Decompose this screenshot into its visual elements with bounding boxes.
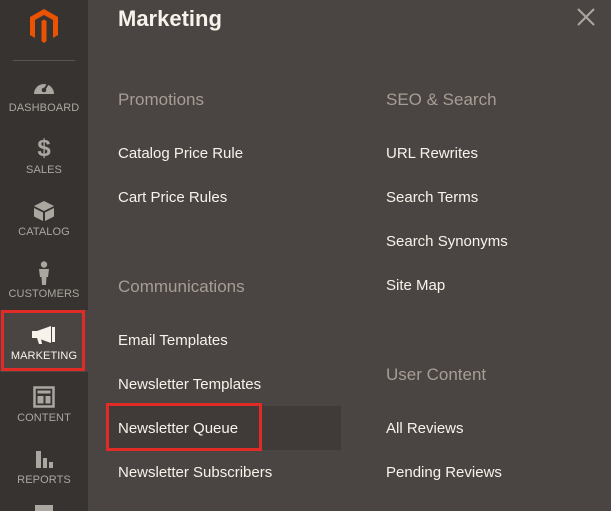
megaphone-icon [31, 324, 57, 346]
logo-divider [13, 60, 75, 61]
nav-item-customers[interactable]: CUSTOMERS [0, 248, 88, 310]
magento-logo-icon [30, 9, 58, 43]
nav-item-sales[interactable]: $ SALES [0, 124, 88, 186]
dollar-icon: $ [37, 135, 51, 162]
link-newsletter-templates[interactable]: Newsletter Templates [118, 376, 261, 393]
section-title-seo-search: SEO & Search [386, 90, 497, 109]
nav-label-dashboard: DASHBOARD [8, 102, 80, 114]
link-newsletter-queue[interactable]: Newsletter Queue [118, 420, 238, 437]
nav-label-content: CONTENT [17, 412, 71, 424]
nav-item-catalog[interactable]: CATALOG [0, 186, 88, 248]
link-search-synonyms[interactable]: Search Synonyms [386, 233, 508, 250]
nav-item-dashboard[interactable]: DASHBOARD [0, 62, 88, 124]
link-catalog-price-rule[interactable]: Catalog Price Rule [118, 145, 243, 162]
section-title-promotions: Promotions [118, 90, 204, 109]
panel-title: Marketing [118, 6, 222, 31]
admin-sidebar: DASHBOARD $ SALES CATALOG CUSTOMERS MARK… [0, 0, 88, 511]
layout-icon [33, 386, 55, 408]
link-site-map[interactable]: Site Map [386, 277, 445, 294]
link-cart-price-rules[interactable]: Cart Price Rules [118, 189, 227, 206]
nav-label-sales: SALES [26, 164, 62, 176]
nav-label-customers: CUSTOMERS [8, 288, 80, 300]
link-pending-reviews[interactable]: Pending Reviews [386, 464, 502, 481]
close-button[interactable] [575, 6, 597, 28]
nav-label-marketing: MARKETING [10, 350, 78, 362]
link-email-templates[interactable]: Email Templates [118, 332, 228, 349]
nav-item-reports[interactable]: REPORTS [0, 434, 88, 496]
link-search-terms[interactable]: Search Terms [386, 189, 478, 206]
nav-label-reports: REPORTS [17, 474, 71, 486]
speedometer-icon [32, 76, 56, 98]
section-title-user-content: User Content [386, 365, 487, 384]
close-icon [577, 8, 595, 26]
bar-chart-icon [33, 448, 55, 470]
box-icon [33, 200, 55, 222]
nav-item-stores-partial[interactable] [35, 505, 53, 511]
nav-item-content[interactable]: CONTENT [0, 372, 88, 434]
link-newsletter-subscribers[interactable]: Newsletter Subscribers [118, 464, 272, 481]
section-title-communications: Communications [118, 277, 245, 296]
magento-logo[interactable] [0, 0, 88, 52]
person-icon [36, 261, 52, 285]
link-url-rewrites[interactable]: URL Rewrites [386, 145, 478, 162]
link-all-reviews[interactable]: All Reviews [386, 420, 464, 437]
nav-label-catalog: CATALOG [18, 226, 70, 238]
nav-item-marketing[interactable]: MARKETING [0, 310, 88, 372]
